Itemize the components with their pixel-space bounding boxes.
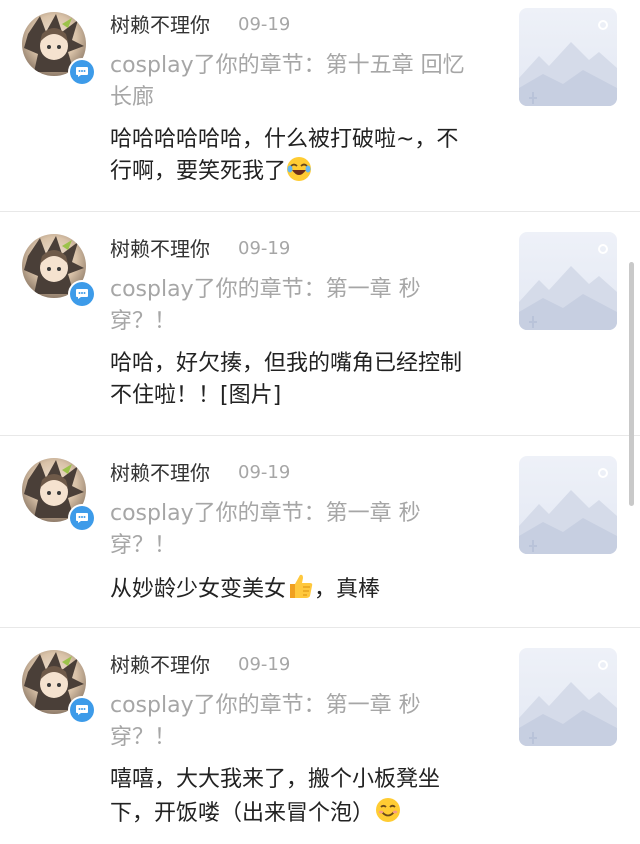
comment-date: 09-19: [238, 238, 291, 259]
comment-text: 哈哈，好欠揍，但我的嘴角已经控制不住啦！！[图片]: [110, 351, 463, 408]
comment-feed: 树赖不理你 09-19 cosplay了你的章节：第十五章 回忆长廊 哈哈哈哈哈…: [0, 0, 640, 844]
chapter-quote[interactable]: cosplay了你的章节：第一章 秒穿？！: [110, 498, 480, 562]
chapter-quote[interactable]: cosplay了你的章节：第十五章 回忆长廊: [110, 50, 480, 114]
avatar[interactable]: [22, 12, 98, 88]
chapter-thumbnail[interactable]: [519, 648, 617, 746]
comment-badge: [68, 58, 96, 86]
comment-text-part: 从妙龄少女变美女: [110, 577, 287, 602]
comment-text-content: 哈哈哈哈哈哈，什么被打破啦~，不行啊，要笑死我了: [110, 127, 459, 184]
comment-text-part: ，真棒: [314, 577, 381, 602]
chapter-quote[interactable]: cosplay了你的章节：第一章 秒穿？！: [110, 274, 480, 338]
smile-emoji: [374, 796, 402, 834]
chat-bubble-icon: [70, 282, 94, 306]
avatar[interactable]: [22, 650, 98, 726]
comment-date: 09-19: [238, 462, 291, 483]
thumbs-up-emoji: [286, 572, 314, 610]
user-name[interactable]: 树赖不理你: [110, 13, 210, 37]
chat-bubble-icon: [70, 60, 94, 84]
chat-bubble-icon: [70, 506, 94, 530]
user-name[interactable]: 树赖不理你: [110, 237, 210, 261]
comment-badge: [68, 696, 96, 724]
user-name[interactable]: 树赖不理你: [110, 653, 210, 677]
chapter-thumbnail[interactable]: [519, 456, 617, 554]
comment-badge: [68, 280, 96, 308]
comment-date: 09-19: [238, 14, 291, 35]
comment-text: 嘻嘻，大大我来了，搬个小板凳坐下，开饭喽（出来冒个泡）: [110, 764, 480, 834]
avatar[interactable]: [22, 234, 98, 310]
chat-bubble-icon: [70, 698, 94, 722]
chapter-thumbnail[interactable]: [519, 232, 617, 330]
comment-badge: [68, 504, 96, 532]
comment-item[interactable]: 树赖不理你 09-19 cosplay了你的章节：第一章 秒穿？！ 嘻嘻，大大我…: [0, 628, 640, 844]
chapter-quote[interactable]: cosplay了你的章节：第一章 秒穿？！: [110, 690, 480, 754]
comment-item[interactable]: 树赖不理你 09-19 cosplay了你的章节：第一章 秒穿？！ 哈哈，好欠揍…: [0, 212, 640, 436]
chapter-thumbnail[interactable]: [519, 8, 617, 106]
avatar[interactable]: [22, 458, 98, 534]
laugh-emoji: [286, 156, 312, 192]
comment-item[interactable]: 树赖不理你 09-19 cosplay了你的章节：第一章 秒穿？！ 从妙龄少女变…: [0, 436, 640, 628]
comment-text: 哈哈哈哈哈哈，什么被打破啦~，不行啊，要笑死我了: [110, 124, 480, 192]
scrollbar[interactable]: [629, 262, 634, 506]
comment-date: 09-19: [238, 654, 291, 675]
comment-item[interactable]: 树赖不理你 09-19 cosplay了你的章节：第十五章 回忆长廊 哈哈哈哈哈…: [0, 0, 640, 212]
comment-text: 从妙龄少女变美女 ，真棒: [110, 572, 480, 610]
user-name[interactable]: 树赖不理你: [110, 461, 210, 485]
